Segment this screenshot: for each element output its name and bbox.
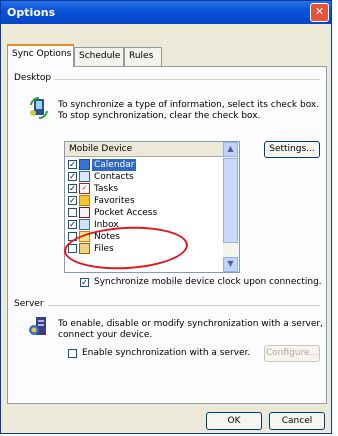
enable-server-sync-label: Enable synchronization with a server.: [82, 348, 251, 358]
list-item-label: Favorites: [94, 196, 135, 206]
desktop-description-line: To synchronize a type of information, se…: [58, 100, 320, 110]
inbox-icon: [79, 219, 90, 230]
clock-sync-checkbox[interactable]: ✓: [80, 278, 89, 287]
scroll-down-button[interactable]: ▼: [223, 257, 238, 272]
sync-icon: [30, 97, 48, 119]
title-bar[interactable]: Options ✕: [1, 1, 331, 24]
contacts-icon: [79, 171, 90, 182]
tab-label: Schedule: [79, 51, 121, 61]
divider: [48, 305, 320, 306]
list-header[interactable]: Mobile Device: [65, 142, 223, 157]
server-description-line: To enable, disable or modify synchroniza…: [58, 319, 323, 329]
ok-button[interactable]: OK: [206, 412, 262, 430]
tab-schedule[interactable]: Schedule: [74, 47, 124, 66]
pocket-access-checkbox[interactable]: [68, 208, 77, 217]
chevron-up-icon: ▲: [227, 144, 234, 153]
tab-label: Sync Options: [12, 49, 72, 59]
tab-rules[interactable]: Rules: [124, 47, 162, 66]
contacts-checkbox[interactable]: ✓: [68, 172, 77, 181]
server-group-label: Server: [14, 299, 48, 309]
options-dialog: Options ✕ Sync Options Schedule Rules De…: [0, 0, 332, 434]
server-icon: [29, 317, 46, 335]
list-item-pocket-access[interactable]: Pocket Access: [68, 207, 220, 219]
calendar-icon: [79, 159, 90, 170]
list-item-label: Contacts: [94, 172, 134, 182]
settings-button[interactable]: Settings...: [264, 141, 320, 158]
scroll-thumb[interactable]: [223, 158, 238, 243]
list-item-label: Pocket Access: [94, 208, 158, 218]
clock-sync-option[interactable]: ✓ Synchronize mobile device clock upon c…: [80, 277, 322, 289]
tasks-icon: ✓: [79, 183, 90, 194]
list-header-label: Mobile Device: [69, 144, 133, 154]
favorites-checkbox[interactable]: ✓: [68, 196, 77, 205]
tab-sync-options[interactable]: Sync Options: [7, 44, 74, 67]
list-item-tasks[interactable]: ✓ ✓ Tasks: [68, 183, 220, 195]
list-item-label: Tasks: [94, 184, 119, 194]
enable-server-sync-checkbox[interactable]: [68, 349, 77, 358]
close-icon: ✕: [314, 5, 325, 18]
chevron-down-icon: ▼: [227, 259, 234, 268]
clock-sync-label: Synchronize mobile device clock upon con…: [94, 277, 322, 287]
list-item-label: Calendar: [92, 159, 137, 171]
favorites-icon: [79, 195, 90, 206]
pocket-access-icon: [79, 207, 90, 218]
list-item-contacts[interactable]: ✓ Contacts: [68, 171, 220, 183]
desktop-description-line: To stop synchronization, clear the check…: [58, 111, 261, 121]
desktop-description: To synchronize a type of information, se…: [58, 100, 319, 122]
window-title: Options: [7, 6, 56, 19]
list-scrollbar[interactable]: ▲ ▼: [223, 142, 239, 272]
cancel-button[interactable]: Cancel: [269, 412, 325, 430]
desktop-group-label: Desktop: [14, 73, 56, 83]
enable-server-sync-option[interactable]: Enable synchronization with a server.: [68, 348, 268, 360]
scroll-up-button[interactable]: ▲: [223, 142, 238, 157]
inbox-checkbox[interactable]: ✓: [68, 220, 77, 229]
calendar-checkbox[interactable]: ✓: [68, 160, 77, 169]
list-item-favorites[interactable]: ✓ Favorites: [68, 195, 220, 207]
server-description: To enable, disable or modify synchroniza…: [58, 319, 323, 341]
configure-button[interactable]: Configure...: [264, 345, 320, 362]
list-item-calendar[interactable]: ✓ Calendar: [68, 159, 220, 171]
tasks-checkbox[interactable]: ✓: [68, 184, 77, 193]
close-button[interactable]: ✕: [310, 3, 329, 22]
tab-label: Rules: [129, 51, 154, 61]
divider: [54, 79, 320, 80]
server-description-line: connect your device.: [58, 330, 153, 340]
